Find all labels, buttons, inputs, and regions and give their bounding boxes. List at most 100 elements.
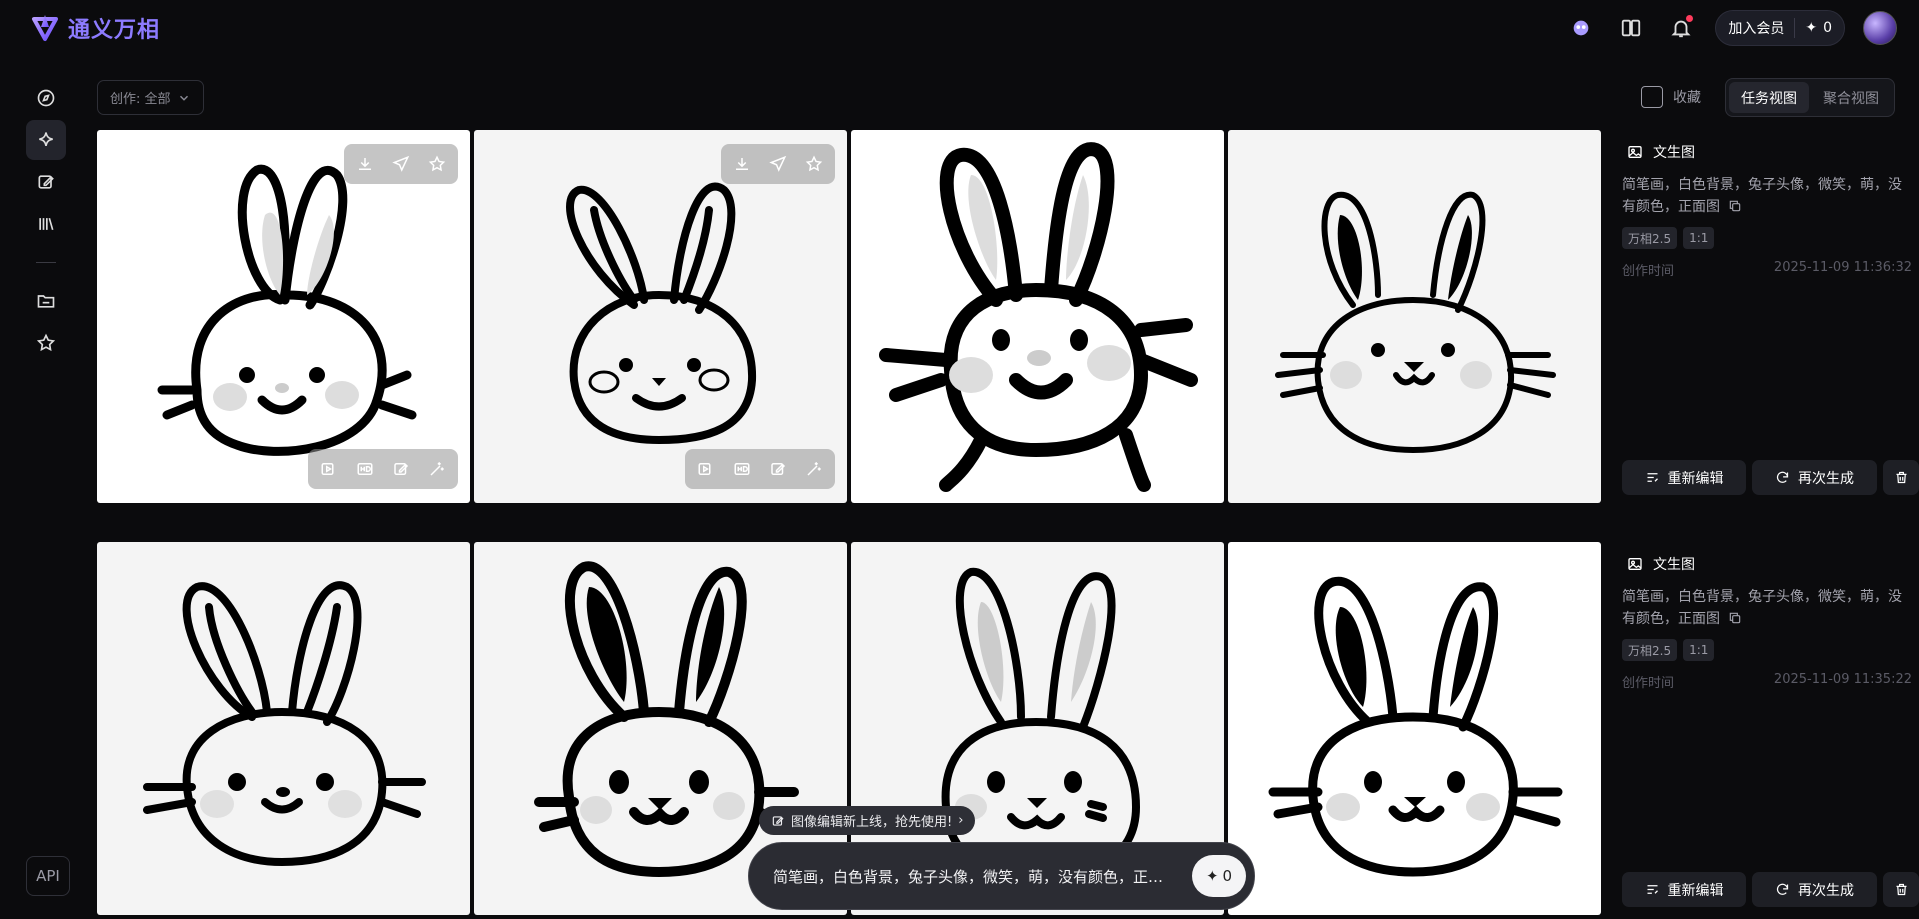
star-icon (36, 333, 56, 352)
feature-promo-banner[interactable]: 图像编辑新上线，抢先使用! › (759, 806, 976, 835)
bunny-drawing (1268, 576, 1563, 877)
api-button[interactable]: API (26, 856, 70, 896)
sidebar-divider (36, 262, 56, 263)
creation-time-label: 创作时间 (1622, 676, 1675, 691)
generate-button[interactable]: ✦ 0 (1192, 855, 1246, 897)
generated-image[interactable] (851, 130, 1224, 503)
favorites-filter[interactable]: 收藏 (1641, 86, 1701, 108)
reedit-button[interactable]: 重新编辑 (1622, 460, 1746, 495)
download-icon[interactable] (731, 153, 753, 175)
star-icon[interactable] (803, 153, 825, 175)
image-edit-actions (308, 449, 458, 489)
sidebar-item-favorites[interactable] (26, 323, 66, 363)
model-tag: 万相2.5 (1622, 639, 1678, 661)
trash-icon (1896, 883, 1906, 896)
generated-image[interactable] (97, 542, 470, 915)
hd-icon[interactable] (354, 458, 376, 480)
reedit-label: 重新编辑 (1667, 882, 1724, 899)
library-icon (39, 217, 54, 231)
generated-image[interactable] (1228, 542, 1601, 915)
regenerate-label: 再次生成 (1798, 882, 1854, 899)
hd-icon[interactable] (731, 458, 753, 480)
favorites-label: 收藏 (1673, 90, 1701, 106)
copy-icon[interactable] (1728, 199, 1742, 213)
task-info-panel: 文生图 简笔画，白色背景，兔子头像，微笑，萌，没有颜色，正面图 万相2.5 1:… (1621, 542, 1919, 915)
generated-image[interactable] (474, 130, 847, 503)
edit-image-icon (38, 175, 54, 189)
task-type-label: 文生图 (1653, 145, 1695, 161)
download-icon[interactable] (354, 153, 376, 175)
send-icon[interactable] (390, 153, 412, 175)
task-prompt-text: 简笔画，白色背景，兔子头像，微笑，萌，没有颜色，正面图 (1622, 589, 1902, 627)
sidebar-item-folder[interactable] (26, 281, 66, 321)
regenerate-button[interactable]: 再次生成 (1752, 872, 1877, 907)
sidebar-item-library[interactable] (26, 204, 66, 244)
filter-label: 创作: 全部 (110, 92, 171, 107)
edit-image-icon[interactable] (767, 458, 789, 480)
reedit-button[interactable]: 重新编辑 (1622, 872, 1746, 907)
task-tags: 万相2.5 1:1 (1622, 639, 1715, 661)
tab-task-view[interactable]: 任务视图 (1729, 82, 1809, 113)
bunny-drawing (1275, 191, 1556, 454)
app-name: 通义万相 (68, 18, 161, 43)
generated-image[interactable] (97, 130, 470, 503)
image-grid (97, 130, 1601, 503)
delete-button[interactable] (1883, 460, 1919, 495)
app-logo[interactable]: 通义万相 (30, 12, 160, 44)
magic-wand-icon[interactable] (426, 458, 448, 480)
task-prompt: 简笔画，白色背景，兔子头像，微笑，萌，没有颜色，正面图 (1622, 586, 1914, 630)
send-icon[interactable] (767, 153, 789, 175)
view-switch: 任务视图 聚合视图 (1725, 78, 1895, 117)
creation-time-value: 2025-11-09 11:36:32 (1773, 260, 1912, 275)
task-prompt-text: 简笔画，白色背景，兔子头像，微笑，萌，没有颜色，正面图 (1622, 177, 1902, 215)
task-type-label: 文生图 (1653, 557, 1695, 573)
video-icon[interactable] (318, 458, 340, 480)
sidebar-item-edit[interactable] (26, 162, 66, 202)
video-icon[interactable] (695, 458, 717, 480)
folder-icon (37, 295, 55, 308)
sparkle-icon: ✦ (1805, 20, 1818, 36)
sidebar-item-explore[interactable] (26, 78, 66, 118)
star-icon[interactable] (426, 153, 448, 175)
copy-icon[interactable] (1728, 611, 1742, 625)
sidebar-item-create[interactable] (26, 120, 66, 160)
regenerate-button[interactable]: 再次生成 (1752, 460, 1877, 495)
magic-wand-icon[interactable] (803, 458, 825, 480)
image-edit-actions (685, 449, 835, 489)
bunny-drawing (566, 182, 757, 445)
generated-image[interactable] (1228, 130, 1601, 503)
image-quick-actions (344, 144, 458, 184)
task-prompt: 简笔画，白色背景，兔子头像，微笑，萌，没有颜色，正面图 (1622, 174, 1914, 218)
creation-time-label: 创作时间 (1622, 264, 1675, 279)
credits-count: 0 (1823, 20, 1832, 36)
task-type: 文生图 (1627, 142, 1695, 162)
compass-icon (37, 89, 55, 107)
assistant-icon[interactable] (1565, 12, 1597, 44)
generate-cost: 0 (1222, 867, 1233, 885)
image-icon (1628, 558, 1642, 570)
edit-image-icon[interactable] (390, 458, 412, 480)
edit-image-icon (772, 815, 784, 826)
refresh-icon (1776, 883, 1789, 895)
reedit-label: 重新编辑 (1667, 470, 1724, 487)
favorites-checkbox[interactable] (1641, 86, 1663, 108)
creation-filter-dropdown[interactable]: 创作: 全部 (97, 80, 204, 115)
prompt-composer[interactable]: 简笔画，白色背景，兔子头像，微笑，萌，没有颜色，正面图 ✦ 0 (748, 842, 1255, 910)
delete-button[interactable] (1883, 872, 1919, 907)
task-row: 文生图 简笔画，白色背景，兔子头像，微笑，萌，没有颜色，正面图 万相2.5 1:… (97, 130, 1919, 503)
task-type: 文生图 (1627, 554, 1695, 574)
trash-icon (1896, 471, 1906, 484)
bell-icon[interactable] (1665, 12, 1697, 44)
tab-aggregate-view[interactable]: 聚合视图 (1811, 82, 1891, 113)
chevron-down-icon (179, 95, 188, 101)
refresh-icon (1776, 471, 1789, 483)
task-tags: 万相2.5 1:1 (1622, 227, 1715, 249)
promo-text: 图像编辑新上线，抢先使用! (791, 815, 953, 830)
membership-pill[interactable]: 加入会员 ✦ 0 (1715, 10, 1845, 46)
image-icon (1628, 146, 1642, 158)
book-icon[interactable] (1615, 12, 1647, 44)
prompt-input[interactable]: 简笔画，白色背景，兔子头像，微笑，萌，没有颜色，正面图 (773, 866, 1176, 887)
ratio-tag: 1:1 (1683, 639, 1715, 661)
join-member-button[interactable]: 加入会员 (1728, 18, 1796, 38)
avatar[interactable] (1863, 11, 1897, 45)
